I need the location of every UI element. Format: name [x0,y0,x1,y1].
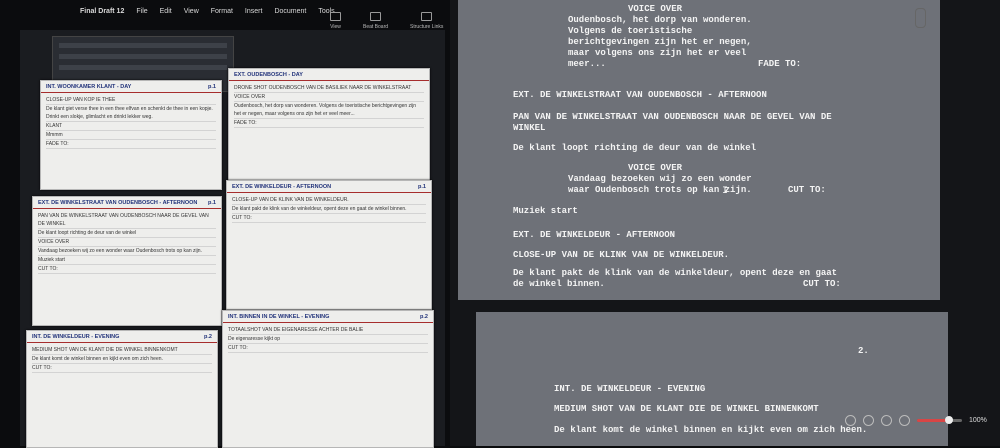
card-line: MEDIUM SHOT VAN DE KLANT DIE DE WINKEL B… [32,346,212,355]
action-line: De klant komt de winkel binnen en kijkt … [554,425,868,435]
card-line: PAN VAN DE WINKELSTRAAT VAN OUDENBOSCH N… [38,212,216,229]
menu-edit[interactable]: Edit [160,8,172,15]
card-line: Oudenbosch, het dorp van wonderen. Volge… [234,102,424,119]
beat-board-button[interactable]: Beat Board [363,12,388,30]
microphone-icon[interactable] [863,414,874,426]
card-line: Muziek start [38,256,216,265]
action-line: CLOSE-UP VAN DE KLINK VAN DE WINKELDEUR. [513,250,730,260]
index-card[interactable]: INT. WOONKAMER KLANT - DAY p.1 CLOSE-UP V… [40,80,222,190]
scene-heading: EXT. DE WINKELDEUR - AFTERNOON [513,230,676,240]
dialogue-line: meer... [568,59,606,69]
speaker-icon[interactable] [881,414,892,426]
transition: FADE TO: [758,59,802,69]
card-line: VOICE OVER [234,93,424,102]
card-line: Mmmm [46,131,216,140]
card-line: CUT TO: [228,344,428,353]
navigator-row[interactable] [59,65,227,70]
scene-heading: INT. DE WINKELDEUR - EVENING [554,384,706,394]
bar-chart-icon[interactable] [899,414,910,426]
zoom-label: 100% [969,416,987,424]
character-voice-over: VOICE OVER [628,163,683,173]
app-name[interactable]: Final Draft 12 [80,8,124,15]
card-line: CUT TO: [38,265,216,274]
card-slug: INT. BINNEN IN DE WINKEL - EVENING [228,314,330,320]
menu-document[interactable]: Document [274,8,306,15]
battery-icon [915,8,926,28]
script-page[interactable]: VOICE OVER Oudenbosch, het dorp van wond… [458,0,940,300]
zoom-slider-knob[interactable] [944,415,953,424]
view-button[interactable]: View [330,12,341,30]
dialogue-line: Vandaag bezoeken wij zo een wonder [568,174,752,184]
dialogue-line: maar volgens ons zijn het er veel [568,48,747,58]
card-page: p.2 [204,334,212,340]
card-slug: EXT. OUDENBOSCH - DAY [234,72,303,78]
card-line: De eigenaresse kijkt op [228,335,428,344]
card-line: De klant komt de winkel binnen en kijkt … [32,355,212,364]
transition: CUT TO: [803,279,841,289]
action-line: de winkel binnen. [513,279,605,289]
index-card[interactable]: INT. DE WINKELDEUR - EVENING p.2 MEDIUM S… [26,330,218,448]
clock-icon[interactable] [845,414,856,426]
card-line: De klant loopt richting de deur van de w… [38,229,216,238]
character-voice-over: VOICE OVER [628,4,683,14]
action-line: De klant loopt richting de deur van de w… [513,143,757,153]
card-slug: EXT. DE WINKELSTRAAT VAN OUDENBOSCH - AF… [38,200,198,206]
navigator-row[interactable] [59,54,227,59]
menu-view[interactable]: View [184,8,199,15]
index-card[interactable]: EXT. DE WINKELDEUR - AFTERNOON p.1 CLOSE-… [226,180,432,310]
card-line: CUT TO: [232,214,426,223]
zoom-bar: 100% [845,410,1000,430]
transition: CUT TO: [788,185,826,195]
action-line: PAN VAN DE WINKELSTRAAT VAN OUDENBOSCH N… [513,112,832,122]
scene-heading: EXT. DE WINKELSTRAAT VAN OUDENBOSCH - AF… [513,90,767,100]
index-card[interactable]: INT. BINNEN IN DE WINKEL - EVENING p.2 TO… [222,310,434,448]
card-page: p.1 [208,84,216,90]
dialogue-line: Volgens de toeristische [568,26,693,36]
card-line: VOICE OVER [38,238,216,247]
card-line: CLOSE-UP VAN KOP IE THEE [46,96,216,105]
text-cursor-icon: I [722,186,729,197]
card-line: TOTAALSHOT VAN DE EIGENARESSE ACHTER DE … [228,326,428,335]
card-slug: INT. DE WINKELDEUR - EVENING [32,334,120,340]
card-line: FADE TO: [46,140,216,149]
card-line: De klant pakt de klink van de winkeldeur… [232,205,426,214]
zoom-slider[interactable] [917,415,962,424]
beat-board-icon [370,12,382,21]
dialogue-line: Oudenbosch, het dorp van wonderen. [568,15,752,25]
card-line: Vandaag bezoeken wij zo een wonder waar … [38,247,216,256]
card-page: p.1 [208,200,216,206]
structure-links-icon [421,12,433,21]
card-slug: EXT. DE WINKELDEUR - AFTERNOON [232,184,332,190]
card-page: p.1 [418,184,426,190]
page-number: 2. [858,346,869,356]
action-line: MEDIUM SHOT VAN DE KLANT DIE DE WINKEL B… [554,404,819,414]
card-line: FADE TO: [234,119,424,128]
navigator-row[interactable] [59,43,227,48]
card-line: CUT TO: [32,364,212,373]
card-line: De klant giet verse thee in een thee elf… [46,105,216,122]
action-line: Muziek start [513,206,578,216]
index-card[interactable]: EXT. DE WINKELSTRAAT VAN OUDENBOSCH - AF… [32,196,222,326]
card-page: p.2 [420,314,428,320]
action-line: WINKEL [513,123,546,133]
card-line: DRONE SHOT OUDENBOSCH VAN DE BASILIEK NA… [234,84,424,93]
view-icon [330,12,341,21]
card-line: KLANT [46,122,216,131]
menu-file[interactable]: File [136,8,147,15]
card-line: CLOSE-UP VAN DE KLINK VAN DE WINKELDEUR. [232,196,426,205]
dialogue-line: berichtgevingen zijn het er negen, [568,37,752,47]
card-slug: INT. WOONKAMER KLANT - DAY [46,84,132,90]
index-card[interactable]: EXT. OUDENBOSCH - DAY DRONE SHOT OUDENBO… [228,68,430,182]
structure-links-button[interactable]: Structure Links [410,12,443,30]
menu-insert[interactable]: Insert [245,8,263,15]
menu-format[interactable]: Format [211,8,233,15]
action-line: De klant pakt de klink van de winkeldeur… [513,268,838,278]
zoom-slider-fill [917,418,949,422]
